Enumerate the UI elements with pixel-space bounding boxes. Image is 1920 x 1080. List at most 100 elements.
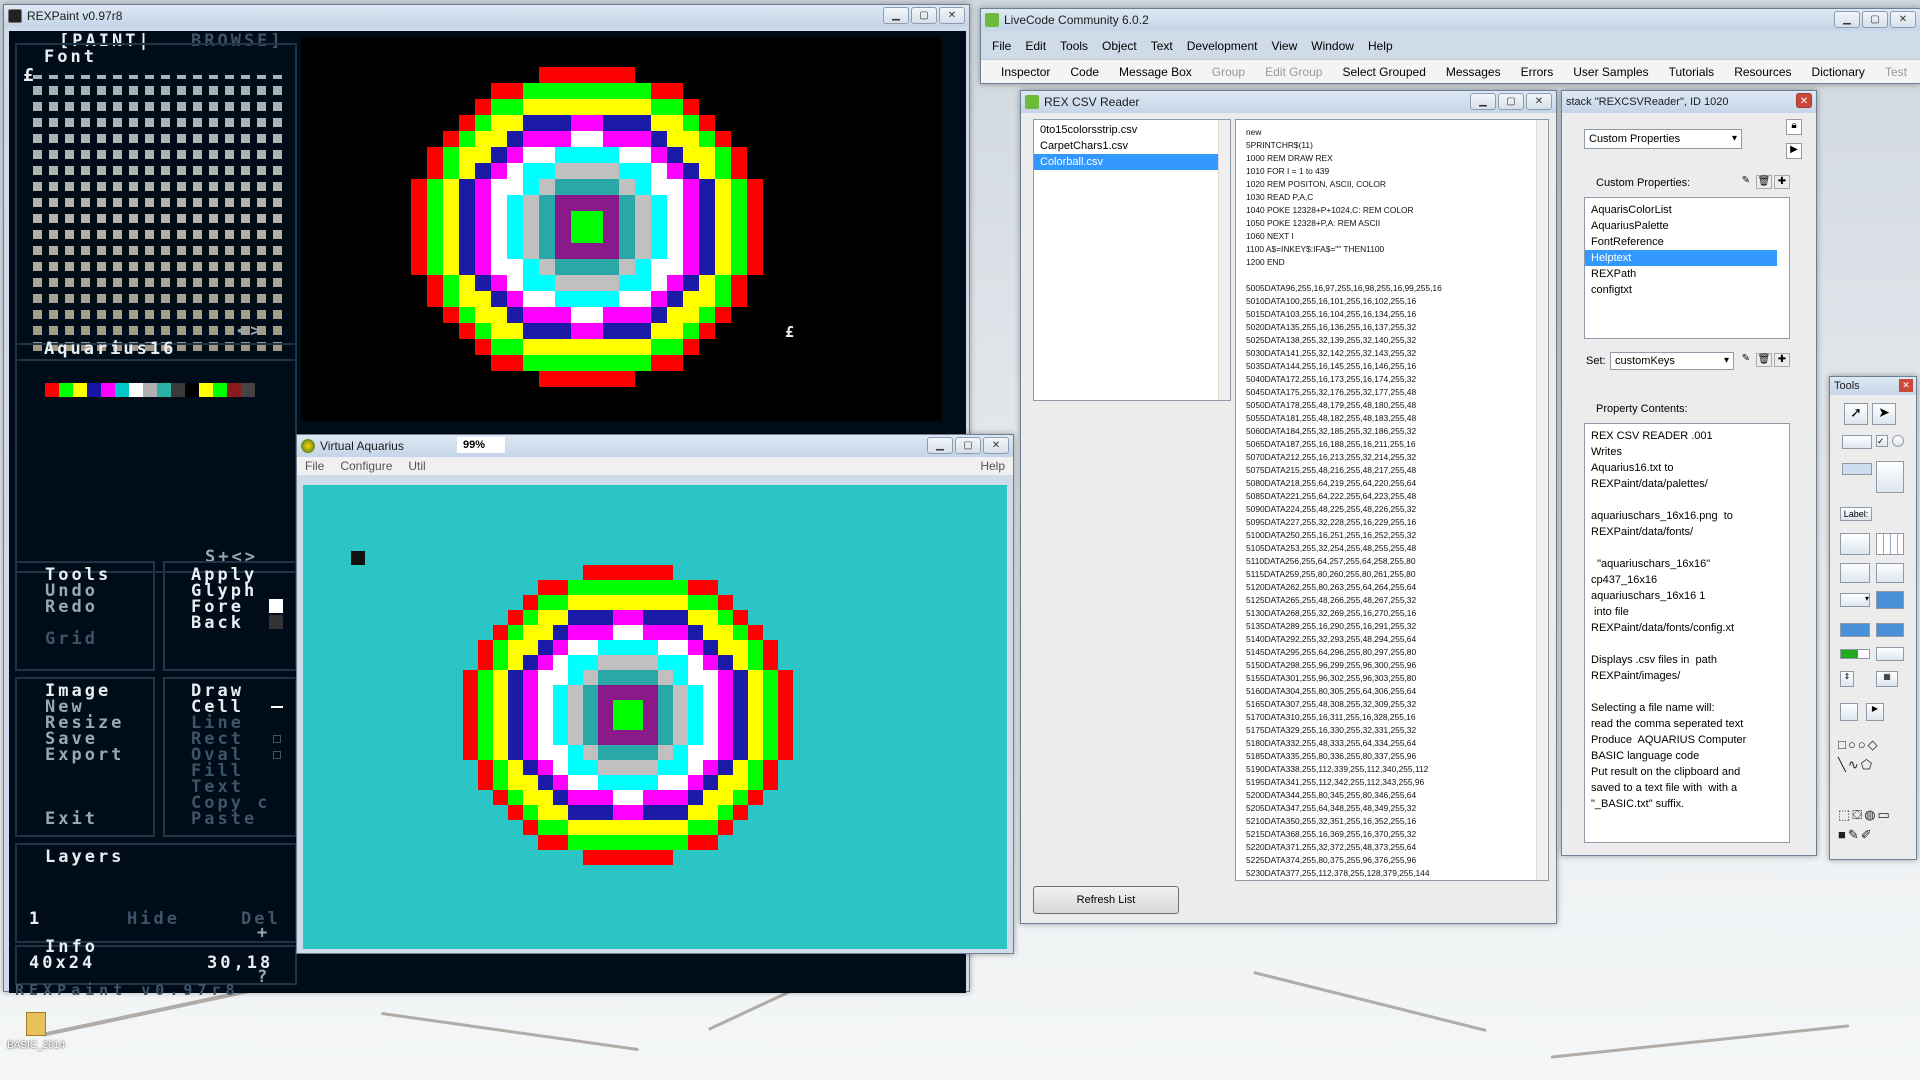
palette-swatch[interactable] bbox=[157, 383, 171, 397]
refresh-list-button[interactable]: Refresh List bbox=[1033, 886, 1179, 914]
palette-swatch[interactable] bbox=[73, 383, 87, 397]
menu-tools[interactable]: Tools bbox=[1053, 37, 1095, 55]
eraser-tool-icon[interactable]: ▭ bbox=[1878, 807, 1892, 822]
menu-edit[interactable]: Edit bbox=[1018, 37, 1053, 55]
bucket-tool-icon[interactable]: ⛋ bbox=[1852, 807, 1864, 822]
inspector-titlebar[interactable]: stack "REXCSVReader", ID 1020 bbox=[1562, 91, 1816, 113]
help-button[interactable]: ? bbox=[257, 967, 270, 987]
menu-development[interactable]: Development bbox=[1180, 37, 1265, 55]
livecode-titlebar[interactable]: LiveCode Community 6.0.2 bbox=[981, 9, 1920, 31]
toolbar-test[interactable]: Test bbox=[1875, 63, 1917, 81]
line-tool-icon[interactable]: ╲ bbox=[1838, 757, 1848, 772]
menu-text[interactable]: Text bbox=[1144, 37, 1180, 55]
menu-tool-icon[interactable] bbox=[1876, 563, 1904, 583]
toolbar-user-samples[interactable]: User Samples bbox=[1563, 63, 1658, 81]
toolbar-dictionary[interactable]: Dictionary bbox=[1802, 63, 1875, 81]
menu-util[interactable]: Util bbox=[400, 457, 433, 475]
palette-swatch[interactable] bbox=[115, 383, 129, 397]
toolbar-message-box[interactable]: Message Box bbox=[1109, 63, 1202, 81]
apply-back[interactable]: Back bbox=[191, 613, 244, 633]
rect-paint-tool-icon[interactable]: ■ bbox=[1838, 827, 1848, 842]
menu-window[interactable]: Window bbox=[1304, 37, 1361, 55]
minimize-button[interactable]: ▁ bbox=[927, 437, 953, 454]
radio-tool-icon[interactable] bbox=[1892, 435, 1904, 447]
property-item[interactable]: FontReference bbox=[1585, 234, 1789, 250]
oval-tool-icon[interactable]: ○ bbox=[1848, 737, 1858, 752]
toolbar-group[interactable]: Group bbox=[1202, 63, 1255, 81]
palette-swatch[interactable] bbox=[227, 383, 241, 397]
draw-paste[interactable]: Paste bbox=[191, 809, 257, 829]
toolbar-messages[interactable]: Messages bbox=[1436, 63, 1511, 81]
menu-object[interactable]: Object bbox=[1095, 37, 1144, 55]
palette-swatch[interactable] bbox=[59, 383, 73, 397]
menu-file[interactable]: File bbox=[985, 37, 1018, 55]
slider-tool-icon[interactable] bbox=[1876, 647, 1904, 661]
rect-fill-checkbox[interactable] bbox=[273, 735, 281, 743]
toolbar-inspector[interactable]: Inspector bbox=[981, 63, 1060, 81]
file-list-item-selected[interactable]: Colorball.csv bbox=[1034, 154, 1218, 170]
menu-configure[interactable]: Configure bbox=[332, 457, 400, 475]
maximize-button[interactable]: ▢ bbox=[955, 437, 981, 454]
minimize-button[interactable]: ▁ bbox=[1834, 11, 1860, 28]
property-contents-field[interactable]: REX CSV READER .001 Writes Aquarius16.tx… bbox=[1584, 423, 1790, 843]
maximize-button[interactable]: ▢ bbox=[911, 7, 937, 24]
property-item[interactable]: configtxt bbox=[1585, 282, 1789, 298]
minimize-button[interactable]: ▁ bbox=[883, 7, 909, 24]
maximize-button[interactable]: ▢ bbox=[1862, 11, 1888, 28]
scrolling-field-tool-icon[interactable] bbox=[1876, 461, 1904, 493]
tab-panel-tool-icon[interactable] bbox=[1840, 563, 1870, 583]
pencil-tool-icon[interactable]: ✎ bbox=[1848, 827, 1861, 842]
palette-swatch[interactable] bbox=[171, 383, 185, 397]
drawing-canvas[interactable]: £ bbox=[301, 37, 941, 421]
close-button[interactable]: ✕ bbox=[1890, 11, 1916, 28]
palette-swatch[interactable] bbox=[129, 383, 143, 397]
palette-swatch[interactable] bbox=[45, 383, 59, 397]
close-button[interactable]: ✕ bbox=[983, 437, 1009, 454]
layer-add[interactable]: + bbox=[257, 923, 270, 943]
toolbar-code[interactable]: Code bbox=[1060, 63, 1109, 81]
button-tool-icon[interactable] bbox=[1842, 435, 1872, 449]
file-list[interactable]: 0to15colorsstrip.csv CarpetChars1.csv Co… bbox=[1033, 119, 1231, 401]
stepper-tool-icon[interactable] bbox=[1876, 623, 1904, 637]
property-item-selected[interactable]: Helptext bbox=[1585, 250, 1777, 266]
font-glyph-grid[interactable] bbox=[33, 75, 289, 351]
menu-file[interactable]: File bbox=[297, 457, 332, 475]
dropdown-tool-icon[interactable]: ▾ bbox=[1840, 593, 1870, 607]
close-button[interactable]: ✕ bbox=[939, 7, 965, 24]
trash-icon[interactable]: 🗑︎ bbox=[1756, 353, 1772, 367]
palette-swatch[interactable] bbox=[213, 383, 227, 397]
video-tool-icon[interactable]: ▶ bbox=[1866, 703, 1884, 721]
custom-properties-list[interactable]: AquarisColorList AquariusPalette FontRef… bbox=[1584, 197, 1790, 339]
scrollbar-tool-icon[interactable] bbox=[1876, 591, 1904, 609]
list-field-tool-icon[interactable] bbox=[1840, 533, 1870, 555]
toolbar-edit-group[interactable]: Edit Group bbox=[1255, 63, 1332, 81]
export-button[interactable]: Export bbox=[45, 745, 124, 765]
add-icon[interactable]: ✚ bbox=[1774, 175, 1790, 189]
curve-tool-icon[interactable]: ∿ bbox=[1848, 757, 1861, 772]
property-item[interactable]: REXPath bbox=[1585, 266, 1789, 282]
pencil-icon[interactable]: ✎ bbox=[1738, 175, 1754, 189]
lock-icon[interactable]: 🔒︎ bbox=[1786, 119, 1802, 135]
toolbar-errors[interactable]: Errors bbox=[1511, 63, 1564, 81]
palette-swatch[interactable] bbox=[143, 383, 157, 397]
property-set-dropdown[interactable]: customKeys bbox=[1610, 352, 1734, 370]
rectangle-tool-icon[interactable]: □ bbox=[1838, 737, 1848, 752]
property-item[interactable]: AquariusPalette bbox=[1585, 218, 1789, 234]
aquarius-screen[interactable] bbox=[303, 485, 1007, 949]
palette-swatches[interactable] bbox=[45, 383, 255, 397]
layer-hide[interactable]: Hide bbox=[127, 909, 180, 929]
maximize-button[interactable]: ▢ bbox=[1498, 93, 1524, 110]
palette-swatch[interactable] bbox=[185, 383, 199, 397]
menu-help[interactable]: Help bbox=[1361, 37, 1400, 55]
play-icon[interactable]: ▶ bbox=[1786, 143, 1802, 159]
file-list-item[interactable]: 0to15colorsstrip.csv bbox=[1034, 122, 1230, 138]
code-scrollbar[interactable] bbox=[1536, 120, 1548, 880]
file-list-item[interactable]: CarpetChars1.csv bbox=[1034, 138, 1230, 154]
trash-icon[interactable]: 🗑︎ bbox=[1756, 175, 1772, 189]
menu-help[interactable]: Help bbox=[972, 457, 1013, 475]
aquarius-titlebar[interactable]: Virtual Aquarius bbox=[297, 435, 1013, 457]
oval-fill-checkbox[interactable] bbox=[273, 751, 281, 759]
toolbar-select-grouped[interactable]: Select Grouped bbox=[1332, 63, 1435, 81]
pointer-tool-icon[interactable]: ➤ bbox=[1872, 403, 1896, 425]
back-color-swatch[interactable] bbox=[269, 615, 283, 629]
